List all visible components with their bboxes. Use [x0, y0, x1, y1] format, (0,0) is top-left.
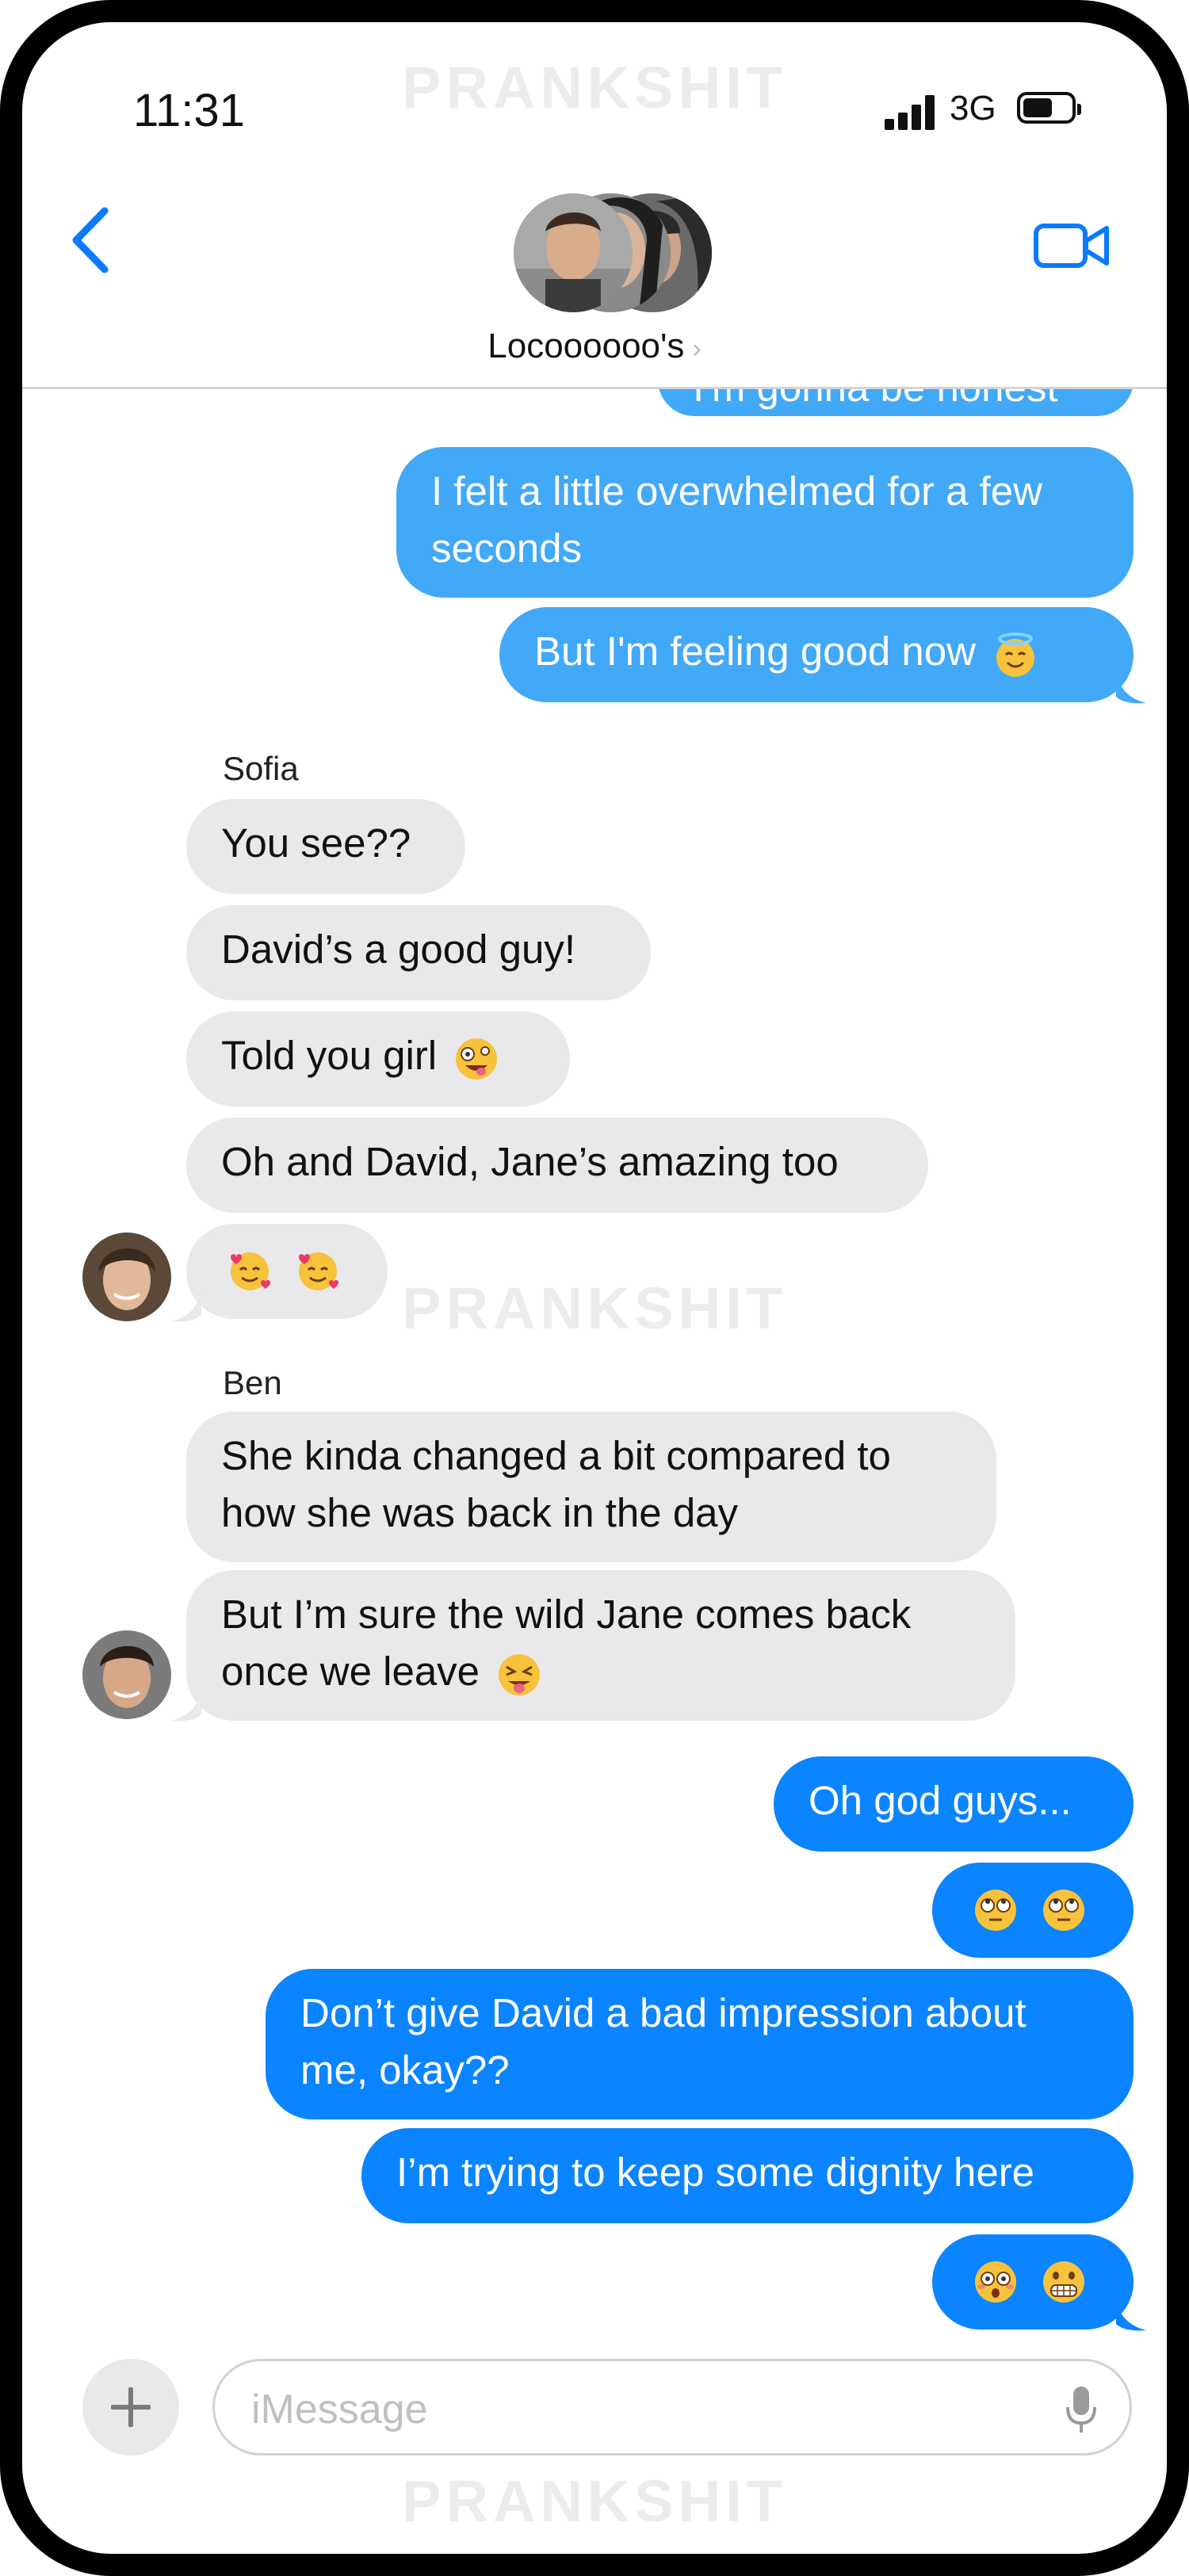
- bubble-tail: [1116, 2300, 1146, 2331]
- message-bubble-incoming[interactable]: Told you girl: [186, 1011, 570, 1106]
- plus-icon[interactable]: [82, 2359, 179, 2456]
- message-field[interactable]: [212, 2359, 1132, 2456]
- microphone-icon[interactable]: [1065, 2385, 1098, 2434]
- video-camera-icon[interactable]: [1034, 222, 1110, 269]
- message-bubble-outgoing[interactable]: Don’t give David a bad impression about …: [266, 1969, 1134, 2119]
- bubble-tail: [1116, 673, 1146, 704]
- status-bar: 11:31 3G: [22, 22, 1167, 157]
- message-bubble-outgoing[interactable]: I'm gonna be honest: [658, 389, 1134, 416]
- back-chevron-icon[interactable]: [63, 204, 119, 276]
- smiling-face-with-hearts-icon: [299, 1252, 339, 1290]
- conversation-header: Locoooooo's ›: [22, 157, 1167, 389]
- bubble-tail: [171, 1691, 201, 1722]
- message-bubble-incoming[interactable]: David’s a good guy!: [186, 905, 651, 1000]
- group-avatar[interactable]: [514, 193, 712, 312]
- sender-name: Sofia: [223, 750, 299, 787]
- avatar[interactable]: [82, 1630, 171, 1719]
- message-bubble-incoming[interactable]: But I’m sure the wild Jane comes back on…: [186, 1570, 1015, 1721]
- message-bubble-outgoing[interactable]: [932, 2234, 1134, 2329]
- zany-face-icon: [456, 1038, 498, 1080]
- message-bubble-outgoing[interactable]: Oh god guys...: [774, 1756, 1134, 1852]
- message-bubble-incoming[interactable]: Oh and David, Jane’s amazing too: [186, 1118, 928, 1213]
- group-name[interactable]: Locoooooo's ›: [22, 327, 1167, 366]
- chevron-right-icon: ›: [692, 334, 702, 364]
- message-bubble-incoming[interactable]: You see??: [186, 799, 465, 894]
- bubble-tail: [171, 1291, 201, 1322]
- message-bubble-outgoing[interactable]: I’m trying to keep some dignity here: [361, 2128, 1134, 2223]
- signal-icon: [885, 95, 935, 130]
- grimacing-face-icon: [1043, 2261, 1085, 2303]
- message-bubble-outgoing[interactable]: I felt a little overwhelmed for a few se…: [396, 447, 1134, 598]
- message-bubble-incoming[interactable]: [186, 1224, 388, 1319]
- smiling-face-with-hearts-icon: [231, 1252, 270, 1290]
- watermark: PRANKSHIT: [402, 2468, 787, 2534]
- squinting-face-with-tongue-icon: [499, 1653, 541, 1695]
- message-composer: [22, 2337, 1167, 2471]
- avatar: [514, 193, 633, 312]
- message-bubble-outgoing[interactable]: But I'm feeling good now: [499, 607, 1134, 702]
- message-bubble-outgoing[interactable]: [932, 1863, 1134, 1958]
- smiling-face-with-halo-icon: [996, 632, 1035, 677]
- face-with-rolling-eyes-icon: [1043, 1889, 1085, 1931]
- network-type: 3G: [950, 89, 996, 128]
- phone-frame: PRANKSHIT PRANKSHIT PRANKSHIT 11:31 3G L…: [0, 0, 1189, 2576]
- message-bubble-incoming[interactable]: She kinda changed a bit compared to how …: [186, 1412, 996, 1562]
- avatar[interactable]: [82, 1233, 171, 1321]
- status-time: 11:31: [133, 85, 245, 136]
- face-with-rolling-eyes-icon: [975, 1889, 1016, 1931]
- message-list[interactable]: I'm gonna be honest I felt a little over…: [22, 389, 1167, 2339]
- message-input[interactable]: [250, 2377, 1046, 2442]
- flushed-face-icon: [975, 2261, 1016, 2303]
- sender-name: Ben: [223, 1364, 282, 1401]
- battery-icon: [1017, 92, 1081, 124]
